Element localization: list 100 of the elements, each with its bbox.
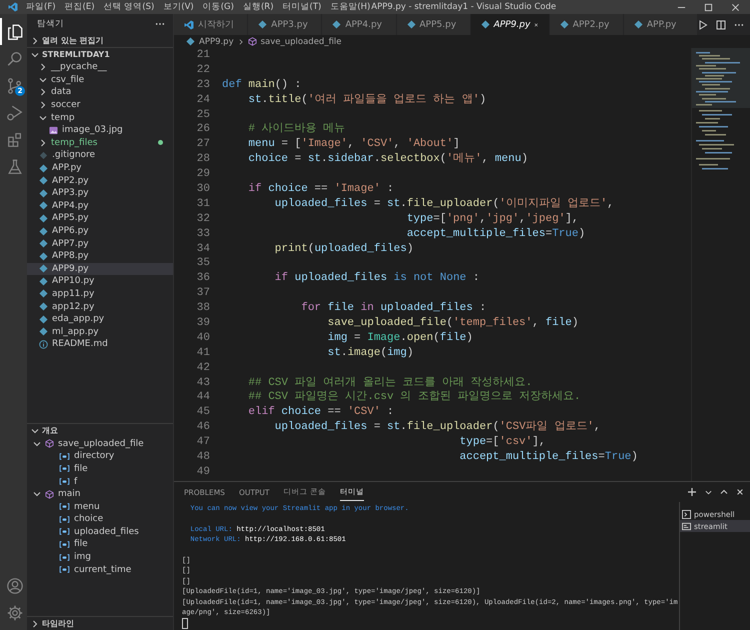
explorer-entry[interactable]: APP10.py [27,275,173,288]
section-header[interactable]: 타임라인 [27,616,173,630]
line-number: 39 [196,316,211,331]
code-line: save_uploaded_file('temp_files', file) [326,316,578,331]
explorer-entry[interactable]: eda_app.py [27,312,173,326]
code-line: img = Image.open(file) [326,330,473,346]
close-icon[interactable] [736,488,744,496]
line-number: 24 [196,92,211,108]
outline-symbol[interactable]: main [27,488,173,500]
line-number: 27 [196,137,211,152]
menubar-entry[interactable]: 도움말(H) [330,1,370,13]
line-number: 22 [196,62,211,78]
explorer-entry[interactable]: APP2.py [27,174,173,187]
explorer-folder[interactable]: temp_files [27,136,173,150]
explorer-folder[interactable]: __pycache__ [27,61,173,74]
play-icon[interactable] [698,20,708,30]
code-line: type=['csv'], [458,435,546,450]
more-icon[interactable] [734,22,744,26]
menubar-entry[interactable]: 선택 영역(S) [104,1,154,13]
chevron-right-icon [39,63,47,72]
explorer-entry[interactable]: APP5.py [27,212,173,225]
menubar-entry[interactable]: 이동(G) [202,1,234,13]
explorer-folder[interactable]: data [27,86,173,99]
menubar-entry[interactable]: 터미널(T) [282,1,322,13]
line-number: 43 [196,376,211,390]
plus-icon[interactable] [687,487,697,497]
line-number: 46 [196,420,211,436]
outline-symbol[interactable]: save_uploaded_file [27,437,173,450]
explorer-entry[interactable]: .gitignore [27,149,173,162]
breadcrumb-item[interactable]: APP9.py [199,36,234,46]
explorer-folder[interactable]: temp [27,111,173,124]
terminal-cursor [182,618,188,630]
outline-symbol[interactable]: file [27,538,173,551]
explorer-entry[interactable]: APP7.py [27,237,173,250]
section-header[interactable]: 개요 [27,423,173,438]
line-number: 38 [196,301,211,316]
chevron-up-icon[interactable] [720,488,728,496]
outline-symbol[interactable]: img [27,550,173,564]
editor-tab[interactable]: APP3.py [248,14,322,35]
code-line: accept_multiple_files=True) [406,226,586,242]
code-line: type=['png','jpg','jpeg'], [406,212,578,227]
chevron-right-icon [39,138,47,147]
editor-tab[interactable]: APP9.py [470,14,550,35]
vscode-logo-icon [184,20,194,30]
flask-icon [6,158,24,176]
breadcrumb-item[interactable]: save_uploaded_file [260,36,342,46]
outline-symbol[interactable]: current_time [27,563,173,576]
editor-tab[interactable]: APP2.py [550,14,624,35]
explorer-entry[interactable]: APP9.py [27,262,173,276]
explorer-entry[interactable]: APP3.py [27,186,173,200]
split-editor-icon[interactable] [716,20,726,30]
close-icon[interactable] [534,20,539,28]
menubar-entry[interactable]: 실행(R) [242,1,274,13]
extensions-icon [6,130,24,148]
explorer-entry[interactable]: app12.py [27,300,173,313]
outline-symbol[interactable]: f [27,475,173,488]
editor-tab[interactable]: 시작하기 [174,14,248,35]
explorer-entry[interactable]: APP4.py [27,200,173,212]
chevron-down-icon [39,76,47,84]
line-number: 33 [196,226,211,242]
sidebar-title: 탐색기 [37,18,64,30]
close-icon[interactable] [731,2,740,12]
menubar-entry[interactable]: 파일(F) [26,1,56,13]
more-icon[interactable] [155,22,165,26]
vscode-logo-icon [8,2,18,12]
code-line: # 사이드바용 메뉴 [247,122,346,138]
section-header[interactable]: STREMLITDAY1 [27,47,173,61]
editor-tab[interactable]: APP5.py [396,14,471,35]
outline-symbol[interactable]: directory [27,450,173,463]
editor-tab[interactable]: APP4.py [322,14,397,35]
explorer-folder[interactable]: csv_file [27,74,173,86]
explorer-entry[interactable]: APP.py [27,162,173,174]
outline-symbol[interactable]: file [27,462,173,476]
menubar-entry[interactable]: 보기(V) [163,1,194,13]
explorer-entry[interactable]: APP6.py [27,224,173,238]
explorer-entry[interactable]: README.md [27,338,173,351]
variable-icon [59,554,70,561]
outline-symbol[interactable]: choice [27,513,173,526]
explorer-folder[interactable]: soccer [27,98,173,112]
image-file-icon [49,126,58,135]
explorer-entry[interactable]: image_03.jpg [27,124,173,137]
window-title: APP9.py - stremlitday1 - Visual Studio Code [370,2,558,12]
explorer-entry[interactable]: ml_app.py [27,325,173,338]
chevron-down-icon [33,490,41,498]
line-number: 45 [196,405,211,420]
gitignore-file-icon [39,150,48,160]
explorer-entry[interactable]: APP8.py [27,250,173,262]
editor-tab[interactable]: APP.py [624,14,698,35]
search-icon [6,50,24,68]
menubar-entry[interactable]: 편집(E) [64,1,95,13]
outline-symbol[interactable]: uploaded_files [27,526,173,538]
variable-icon [59,503,70,510]
section-header[interactable]: 열려 있는 편집기 [27,34,173,47]
variable-icon [59,540,70,548]
maximize-icon[interactable] [704,2,713,12]
explorer-entry[interactable]: app11.py [27,288,173,300]
variable-icon [59,452,70,460]
chevron-down-icon[interactable] [705,488,712,496]
outline-symbol[interactable]: menu [27,500,173,513]
branch-icon [6,76,24,94]
